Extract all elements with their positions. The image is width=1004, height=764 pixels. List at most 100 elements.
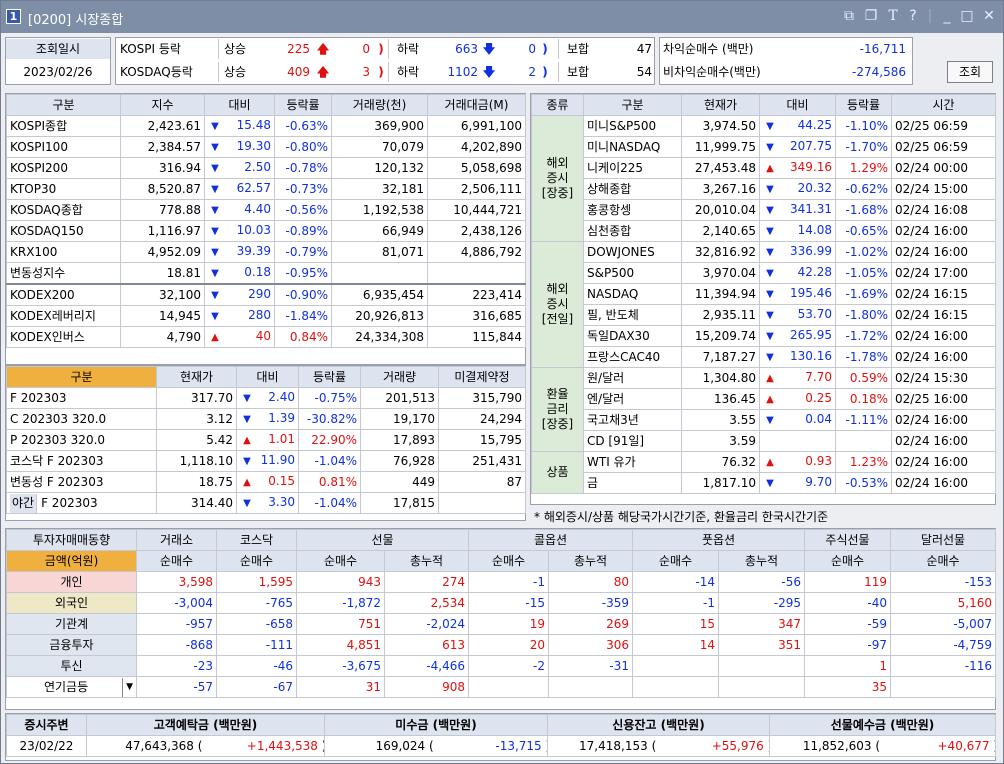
investor-sub-header: 순매수 — [468, 550, 549, 572]
investor-value: -4,466 — [384, 655, 469, 677]
futures-row[interactable]: 변동성 F 202303 18.75 ▲ 0.15 0.81% 449 87 — [6, 471, 526, 493]
index-change: ▼ 19.30 — [204, 136, 275, 158]
investor-group-row: 투자자매매동향 거래소 코스닥 선물 콜옵션 풋옵션 주식선물 달러선물 — [6, 529, 996, 551]
futures-row[interactable]: F 202303 317.70 ▼ 2.40 -0.75% 201,513 315,790 — [6, 387, 526, 409]
close-icon[interactable]: ✕ — [981, 8, 997, 24]
paren: ( — [193, 738, 203, 753]
global-name: 원/달러 — [583, 367, 682, 389]
global-change: ▲ 0.25 — [759, 388, 836, 410]
investor-name: 투신 — [6, 655, 137, 677]
futures-open-interest — [438, 492, 526, 514]
futures-row[interactable]: C 202303 320.0 3.12 ▼ 1.39 -30.82% 19,170 24,2… — [6, 408, 526, 430]
global-time: 02/24 16:00 — [891, 220, 996, 242]
index-row[interactable]: KODEX인버스 4,790 ▲ 40 0.84% 24,334,308 115,844 — [6, 326, 526, 348]
global-row[interactable]: 홍콩항셍 20,010.04 ▼ 341.31 -1.68% 02/24 16:08 — [532, 199, 996, 221]
global-row[interactable]: 상해종합 3,267.16 ▼ 20.32 -0.62% 02/24 15:00 — [532, 178, 996, 200]
investor-row[interactable]: 기관계 -957 -658 751 -2,024 19 269 15 347 -59 -5,007 — [6, 613, 996, 635]
global-row[interactable]: S&P500 3,970.04 ▼ 42.28 -1.05% 02/24 17:00 — [532, 262, 996, 284]
copy-icon[interactable]: ❐ — [863, 8, 879, 24]
dropdown-icon[interactable]: ▼ — [122, 677, 133, 697]
index-row[interactable]: KTOP30 8,520.87 ▼ 62.57 -0.73% 32,181 2,506,11… — [6, 178, 526, 200]
index-row[interactable]: 변동성지수 18.81 ▼ 0.18 -0.95% — [6, 262, 526, 285]
global-row[interactable]: 필, 반도체 2,935.11 ▼ 53.70 -1.80% 02/24 16:15 — [532, 304, 996, 326]
index-change: ▼ 39.39 — [204, 241, 275, 263]
global-row[interactable]: 미니NASDAQ 11,999.75 ▼ 207.75 -1.70% 02/25 06:5… — [532, 136, 996, 158]
futures-row[interactable]: P 202303 320.0 5.42 ▲ 1.01 22.90% 17,893 15,79… — [6, 429, 526, 451]
help-icon[interactable]: ? — [905, 8, 921, 24]
global-row[interactable]: 상품 WTI 유가 76.32 ▲ 0.93 1.23% 02/24 16:00 — [531, 451, 996, 494]
global-row[interactable]: 환율 금리 [장중] 원/달러 1,304.80 ▲ 7.70 0.59% 02/24 15… — [531, 367, 996, 452]
investor-row[interactable]: 금융투자 -868 -111 4,851 613 20 306 14 351 -97 -4,759 — [6, 634, 996, 656]
investor-value: -868 — [136, 634, 217, 656]
investor-value: -957 — [136, 613, 217, 635]
global-row[interactable]: 해외 증시 [전일] DOWJONES 32,816.92 ▼ 336.99 -1.02%… — [531, 241, 996, 368]
change-value: 130.16 — [790, 349, 832, 363]
change-value: 0.93 — [805, 454, 832, 468]
investor-value: 306 — [548, 634, 633, 656]
investor-value: -765 — [216, 592, 297, 614]
investor-value — [468, 676, 549, 698]
index-row[interactable]: KOSPI종합 2,423.61 ▼ 15.48 -0.63% 369,900 6,991,… — [6, 115, 526, 137]
global-row[interactable]: 엔/달러 136.45 ▲ 0.25 0.18% 02/25 16:00 — [532, 388, 996, 410]
index-row[interactable]: KOSDAQ종합 778.88 ▼ 4.40 -0.56% 1,192,538 10,444… — [6, 199, 526, 221]
investor-value: -57 — [136, 676, 217, 698]
investor-value: 908 — [384, 676, 469, 698]
paren: ) — [318, 739, 324, 753]
investor-value: -658 — [216, 613, 297, 635]
search-button[interactable]: 조회 — [947, 61, 993, 83]
index-volume: 1,192,538 — [331, 199, 428, 221]
down-arrow-icon: ▼ — [766, 184, 774, 195]
global-name: DOWJONES — [583, 241, 682, 263]
investor-value: 14 — [632, 634, 719, 656]
global-row[interactable]: 니케이225 27,453.48 ▲ 349.16 1.29% 02/24 00:00 — [532, 157, 996, 179]
global-row[interactable]: 금 1,817.10 ▼ 9.70 -0.53% 02/24 16:00 — [532, 472, 996, 494]
global-row[interactable]: 해외 증시 [장중] 미니S&P500 3,974.50 ▼ 44.25 -1.10% 02… — [531, 115, 996, 242]
investor-row[interactable]: 연기금등 ▼ -57 -67 31 908 35 — [6, 676, 996, 698]
global-change: ▼ 336.99 — [759, 241, 836, 263]
night-futures-row[interactable]: 야간 F 202303 314.40 ▼ 3.30 -1.04% 17,815 — [6, 492, 526, 514]
investor-sub-row: 금액(억원) 순매수 순매수 순매수 총누적 순매수 총누적 순매수 총누적 순매수 순매수 — [6, 550, 996, 572]
index-amount: 10,444,721 — [427, 199, 526, 221]
down-arrow-icon: ▼ — [211, 142, 219, 153]
futures-row[interactable]: 코스닥 F 202303 1,118.10 ▼ 11.90 -1.04% 76,928 25… — [6, 450, 526, 472]
index-row[interactable]: KOSPI200 316.94 ▼ 2.50 -0.78% 120,132 5,058,69… — [6, 157, 526, 179]
global-row[interactable]: 심천종합 2,140.65 ▼ 14.08 -0.65% 02/24 16:00 — [532, 220, 996, 242]
lower-limit: 0 — [528, 42, 536, 56]
investor-value: 20 — [468, 634, 549, 656]
down-arrow-icon: ▼ — [766, 226, 774, 237]
index-row[interactable]: KOSDAQ150 1,116.97 ▼ 10.03 -0.89% 66,949 2,438… — [6, 220, 526, 242]
title-bar: 1 [0200] 시장종합 ⧉ ❐ T ? | _ □ ✕ — [1, 1, 1003, 33]
investor-row[interactable]: 외국인 -3,004 -765 -1,872 2,534 -15 -359 -1 -295 -40… — [6, 592, 996, 614]
font-icon[interactable]: T — [885, 8, 901, 24]
index-amount: 4,886,792 — [427, 241, 526, 263]
global-change: ▼ 42.28 — [759, 262, 836, 284]
investor-group-header: 주식선물 — [804, 529, 891, 551]
index-row[interactable]: KRX100 4,952.09 ▼ 39.39 -0.79% 81,071 4,886,79… — [6, 241, 526, 263]
investor-row[interactable]: 투신 -23 -46 -3,675 -4,466 -2 -31 1 -116 — [6, 655, 996, 677]
index-row[interactable]: KODEX200 32,100 ▼ 290 -0.90% 6,935,454 223,414 — [6, 283, 526, 306]
divider — [558, 62, 559, 82]
change-value: 1.01 — [268, 432, 295, 446]
global-row[interactable]: 프랑스CAC40 7,187.27 ▼ 130.16 -1.78% 02/24 16:00 — [532, 346, 996, 368]
maximize-icon[interactable]: □ — [959, 8, 975, 24]
minimize-icon[interactable]: _ — [939, 8, 955, 24]
divider — [388, 62, 389, 82]
global-row[interactable]: 독일DAX30 15,209.74 ▼ 265.95 -1.72% 02/24 16:00 — [532, 325, 996, 347]
investor-row[interactable]: 개인 3,598 1,595 943 274 -1 80 -14 -56 119 -153 — [6, 571, 996, 593]
summary-header-cell: 선물예수금 (백만원) — [769, 714, 996, 736]
index-volume — [331, 262, 428, 285]
global-row[interactable]: NASDAQ 11,394.94 ▼ 195.46 -1.69% 02/24 16:15 — [532, 283, 996, 305]
global-row[interactable]: CD [91일] 3.59 02/24 16:00 — [532, 430, 996, 452]
link-icon[interactable]: ⧉ — [841, 8, 857, 24]
investor-value — [718, 676, 805, 698]
index-row[interactable]: KODEX레버리지 14,945 ▼ 280 -1.84% 20,926,813 316,6… — [6, 305, 526, 327]
index-row[interactable]: KOSPI100 2,384.57 ▼ 19.30 -0.80% 70,079 4,202,… — [6, 136, 526, 158]
investor-name[interactable]: 연기금등 ▼ — [6, 676, 137, 698]
global-name: WTI 유가 — [583, 451, 682, 473]
global-row[interactable]: 국고채3년 3.55 ▼ 0.04 -1.11% 02/24 16:00 — [532, 409, 996, 431]
paren: ) — [542, 65, 548, 79]
global-name: 국고채3년 — [583, 409, 682, 431]
investor-value — [718, 655, 805, 677]
change-value: 19.30 — [236, 139, 271, 153]
upper-limit: 0 — [362, 42, 370, 56]
